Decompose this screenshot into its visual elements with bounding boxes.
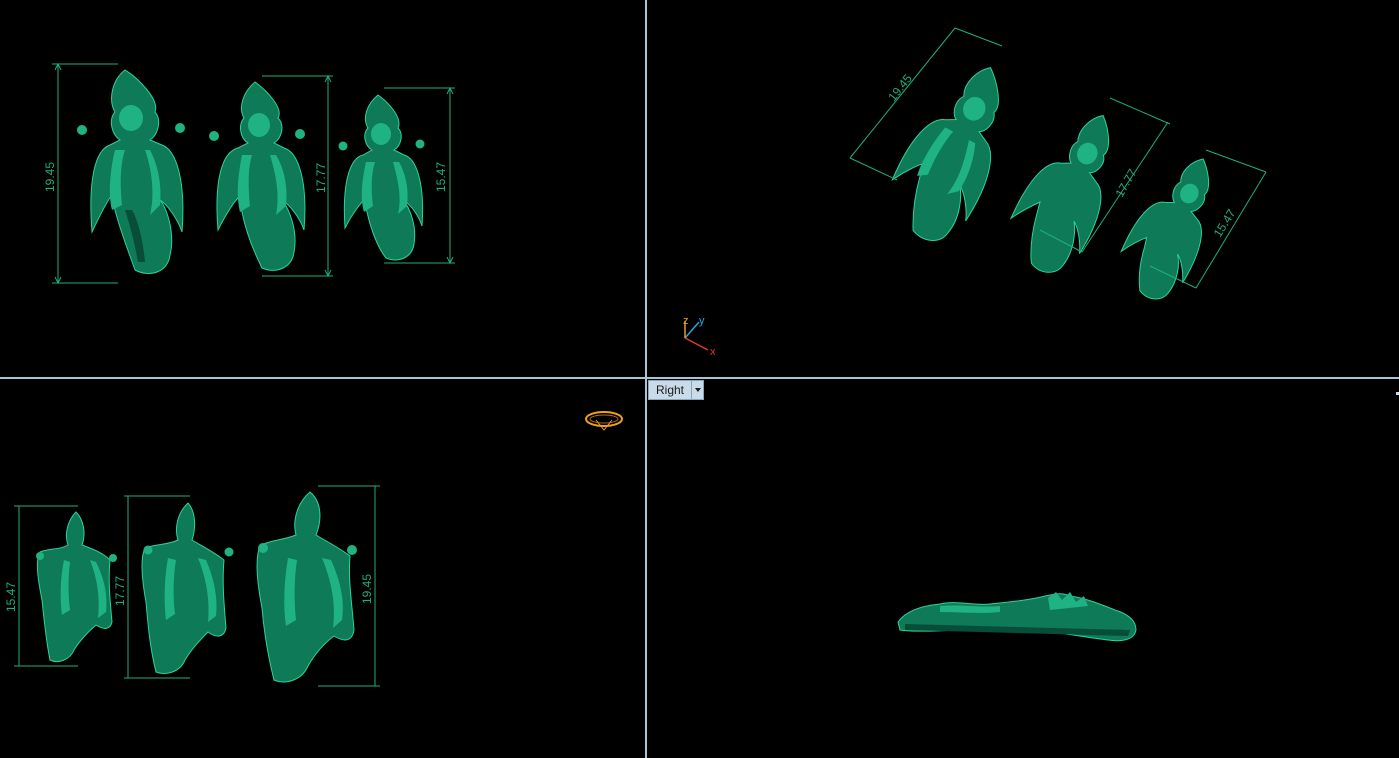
model-side-profile[interactable] <box>897 592 1137 642</box>
viewport-front[interactable]: 15.47 17.77 19.45 <box>0 379 645 758</box>
front-view-canvas: 15.47 17.77 19.45 <box>4 411 623 687</box>
axis-z-label: z <box>683 315 689 327</box>
viewport-top[interactable]: 19.45 17.77 15.47 <box>0 0 645 377</box>
viewport-perspective[interactable]: 19.45 17.77 15.47 x y z <box>647 0 1399 377</box>
top-view-canvas: 19.45 17.77 15.47 <box>43 62 455 285</box>
axis-triad-icon: x y z <box>683 315 716 358</box>
axis-y-label: y <box>699 315 705 327</box>
model-figure-small[interactable] <box>36 511 117 663</box>
dimension-label: 19.45 <box>360 574 374 604</box>
dimension-label: 17.77 <box>113 576 127 606</box>
viewport-divider-vertical[interactable] <box>645 0 647 758</box>
cad-viewport-layout: 19.45 17.77 15.47 19.45 17.77 15.47 x y … <box>0 0 1399 758</box>
viewport-right[interactable] <box>647 379 1399 758</box>
right-view-canvas <box>897 592 1137 642</box>
dimension-label: 15.47 <box>4 582 18 612</box>
dimension-label: 19.45 <box>43 162 57 192</box>
dimension-label: 17.77 <box>314 163 328 193</box>
dimension-label: 15.47 <box>1211 206 1239 239</box>
viewport-divider-horizontal[interactable] <box>0 377 1399 379</box>
model-figure-large[interactable] <box>256 491 357 683</box>
model-figure-large[interactable] <box>77 69 185 274</box>
viewport-name-tab[interactable]: Right <box>648 380 705 400</box>
gumball-icon[interactable] <box>585 411 623 431</box>
dropdown-arrow-icon[interactable] <box>691 381 703 399</box>
axis-x-label: x <box>710 346 716 358</box>
model-figure-small[interactable] <box>338 94 425 261</box>
viewport-name-label[interactable]: Right <box>649 381 691 399</box>
dimension-label: 19.45 <box>885 71 915 104</box>
model-figure-medium[interactable] <box>141 502 234 674</box>
dimension-label: 15.47 <box>434 162 448 192</box>
perspective-view-canvas: 19.45 17.77 15.47 x y z <box>683 27 1267 358</box>
model-figure-medium[interactable] <box>209 81 306 271</box>
